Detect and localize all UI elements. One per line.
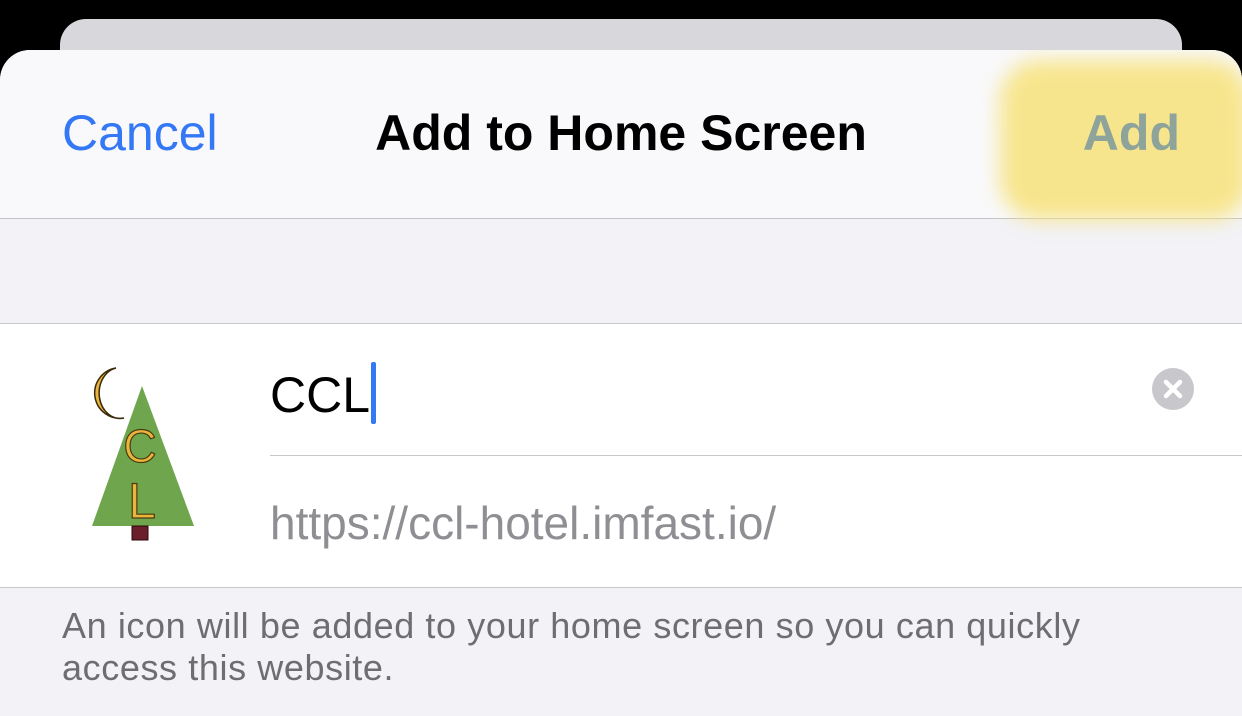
moon-icon: [94, 367, 125, 420]
footer-description: An icon will be added to your home scree…: [62, 605, 1081, 688]
screen: Cancel Add to Home Screen Add C L CCL ht…: [0, 0, 1242, 716]
clear-text-button[interactable]: [1152, 368, 1194, 410]
icon-letter-l: L: [128, 473, 156, 529]
name-field-value: CCL: [270, 367, 371, 423]
text-cursor: [371, 362, 377, 424]
navigation-bar: Cancel Add to Home Screen Add: [0, 50, 1242, 220]
name-field-row: CCL: [270, 324, 1242, 456]
name-field[interactable]: CCL: [270, 362, 377, 424]
cancel-button[interactable]: Cancel: [62, 104, 218, 162]
icon-letter-c: C: [123, 420, 156, 472]
ccl-tree-moon-icon: C L: [92, 367, 194, 541]
url-label: https://ccl-hotel.imfast.io/: [270, 497, 777, 549]
add-button[interactable]: Add: [1083, 104, 1180, 162]
add-to-home-screen-sheet: Cancel Add to Home Screen Add C L CCL ht…: [0, 50, 1242, 716]
bookmark-form: C L CCL https://ccl-hotel.imfast.io/: [0, 323, 1242, 588]
clear-circle-icon: [1163, 379, 1183, 399]
